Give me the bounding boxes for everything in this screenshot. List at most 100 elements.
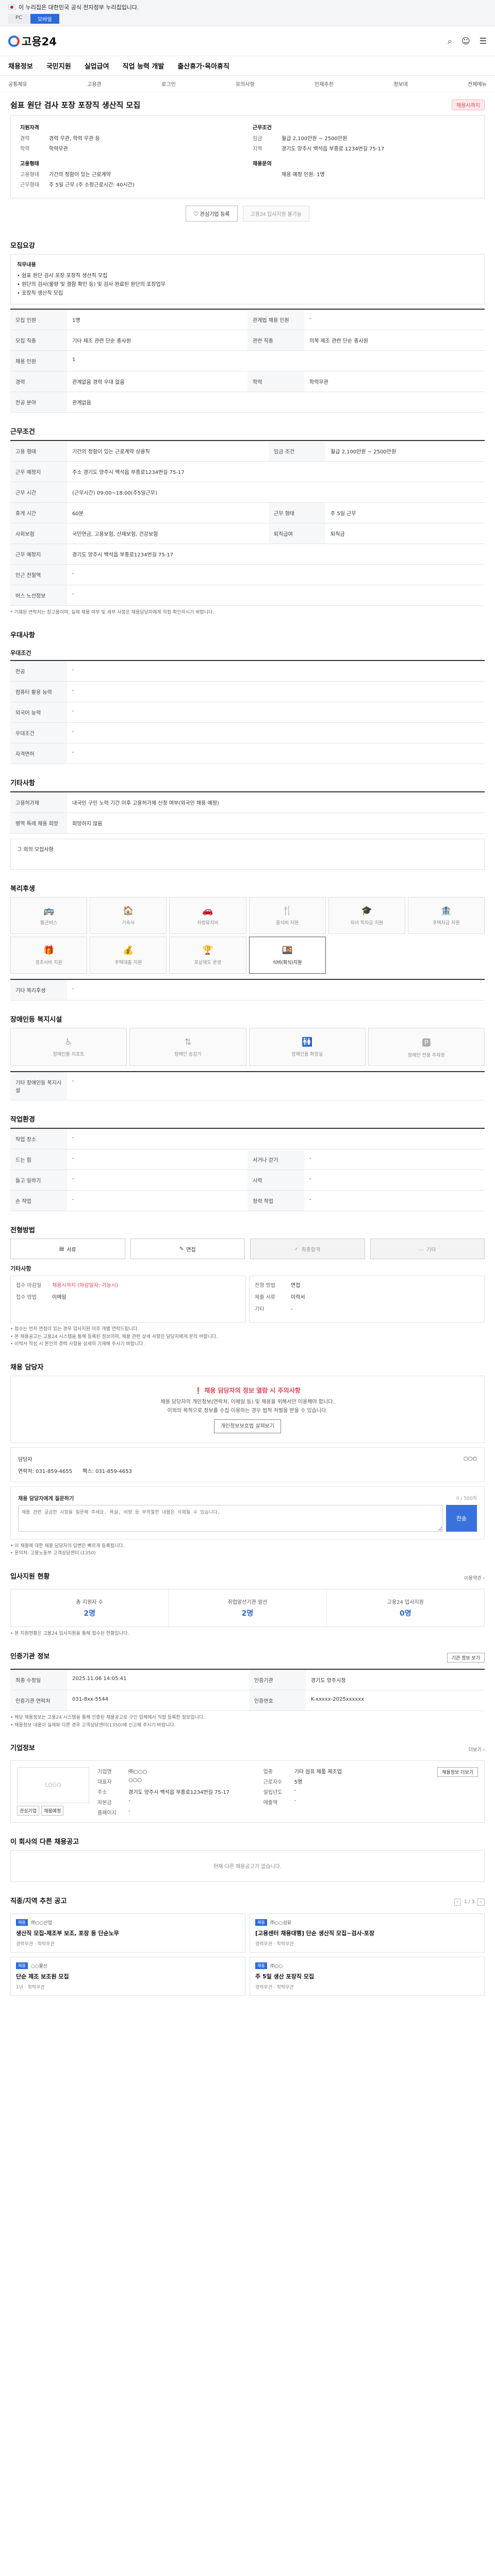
card-heading: 근무조건 bbox=[253, 125, 272, 131]
table-row: 손 작업 - 청력 작업 - bbox=[10, 1190, 485, 1212]
section-title: 작업환경 bbox=[10, 1116, 35, 1124]
card-title: 주 5일 생산 포장직 모집 bbox=[255, 1973, 315, 1980]
menu-icon[interactable]: ☰ bbox=[480, 36, 487, 46]
recommend-card[interactable]: 채용 ㈜○○ 주 5일 생산 포장직 모집 경력무관 · 학력무관 bbox=[250, 1956, 485, 1996]
row-label: 전공 bbox=[10, 660, 67, 682]
section-title: 모집요강 bbox=[10, 242, 35, 250]
company-value: - bbox=[128, 1808, 130, 1814]
logo[interactable]: 고용24 bbox=[8, 33, 57, 49]
company-more-link[interactable]: 더보기 › bbox=[469, 1746, 485, 1753]
company-key: 매출액 bbox=[263, 1800, 278, 1806]
manager-fax: 팩스: 031-859-4653 bbox=[82, 1468, 132, 1475]
privacy-law-button[interactable]: 개인정보보호법 살펴보기 bbox=[213, 1419, 282, 1433]
nav-item-2[interactable]: 실업급여 bbox=[85, 61, 109, 71]
card-meta: 경력무관 · 학력무관 bbox=[16, 1940, 240, 1947]
nav-item-1[interactable]: 국민지원 bbox=[46, 61, 71, 71]
welfare-item: 🍴 중식비 지원 bbox=[249, 897, 326, 935]
stat-item: 고용24 입사지원 0명 bbox=[327, 1589, 484, 1626]
subnav-item-4[interactable]: 인재추천 bbox=[315, 80, 334, 88]
preference-section: 우대사항 우대조건 전공 - 컴퓨터 활용 능력 - 외국어 능력 - 우대조건 - 자격면허 - bbox=[10, 630, 485, 765]
card-badge: 채용 bbox=[255, 1962, 267, 1969]
subnav-item-6[interactable]: 전체메뉴 bbox=[468, 80, 487, 88]
subnav-item-2[interactable]: 로그인 bbox=[161, 80, 176, 88]
condition-section: 근무조건 고용 형태 기간의 정함이 있는 근로계약 상용직 임금 조건 월급 2,1… bbox=[10, 426, 485, 616]
card-company-name: ㈜○○섬유 bbox=[270, 1920, 292, 1926]
gov-tab-1[interactable]: 모바일 bbox=[30, 14, 59, 24]
summary-row: 지역 경기도 양주시 백석읍 부흥로 1234번길 75-17 bbox=[253, 144, 475, 152]
stat-item: 총 지원자 수 2명 bbox=[11, 1589, 169, 1626]
main-nav: 채용정보 국민지원 실업급여 직업 능력 개발 출산휴가·육아휴직 bbox=[0, 56, 495, 76]
subnav-item-0[interactable]: 공통체유 bbox=[8, 80, 27, 88]
welfare-icon: 🍴 bbox=[282, 905, 293, 916]
row-label: 모집 인원 bbox=[10, 309, 67, 330]
row-value: 1명 bbox=[67, 309, 248, 330]
environment-section: 작업환경 작업 장소 - 드는 힘 - 서거나 걷기 - 들고 일하기 - 시력 - 손 작업 - 청력… bbox=[10, 1114, 485, 1212]
welfare-label: 기숙사 bbox=[122, 920, 135, 926]
interest-button[interactable]: ♡ 관심기업 등록 bbox=[185, 206, 238, 222]
company-button[interactable]: 채용예정 bbox=[41, 1805, 64, 1816]
section-title: 인증기관 정보 bbox=[10, 1653, 50, 1661]
gov-tab-0[interactable]: PC bbox=[8, 14, 30, 24]
row-label: 인증기관 bbox=[249, 1669, 306, 1691]
table-row: 모집 인원 1명 관계법 채용 인원 - bbox=[10, 309, 485, 330]
note-line: • 이 채용에 대한 채용 담당자의 답변은 빠르게 등록됩니다. bbox=[10, 1543, 125, 1549]
row-label: 사회보험 bbox=[10, 523, 67, 544]
welfare-item: 🚌 통근버스 bbox=[10, 897, 88, 935]
other-jobs-section: 이 회사의 다른 채용공고 현재 다른 채용공고가 없습니다. bbox=[10, 1836, 485, 1882]
company-value: 경기도 양주시 백석읍 부흥로1234번길 75-17 bbox=[128, 1789, 230, 1795]
prev-icon[interactable]: ‹ bbox=[454, 1899, 461, 1906]
welfare-item: 🍱 식비(회식)지원 bbox=[249, 937, 326, 974]
row-value: - bbox=[304, 1190, 485, 1212]
disability-label: 장애인 승강기 bbox=[174, 1052, 202, 1057]
company-key: 대표자 bbox=[97, 1779, 112, 1785]
recommend-card[interactable]: 채용 ㈜○○산업 생산직 모집-제조부 보조, 포장 등 단순노무 경력무관 · 학력… bbox=[10, 1913, 245, 1953]
summary-key: 고용형태 bbox=[20, 172, 39, 178]
company-button[interactable]: 관심기업 bbox=[17, 1805, 40, 1816]
disability-label: 장애인용 리프트 bbox=[53, 1052, 85, 1057]
subnav-item-5[interactable]: 정보데 bbox=[393, 80, 408, 88]
company-key: 자본금 bbox=[97, 1800, 112, 1806]
section-title: 이 회사의 다른 채용공고 bbox=[10, 1838, 79, 1846]
nav-item-4[interactable]: 출산휴가·육아휴직 bbox=[177, 61, 229, 71]
search-icon[interactable]: ⌕ bbox=[448, 36, 452, 46]
process-value: 면접 bbox=[291, 1283, 301, 1289]
stat-label: 취업알선기관 알선 bbox=[227, 1599, 268, 1605]
comment-submit-button[interactable]: 전송 bbox=[446, 1504, 477, 1532]
welfare-label: 중식비 지원 bbox=[275, 920, 299, 926]
cert-section: 인증기관 정보 기관 정보 보기 최종 수정일 2025.11.06 14:05:4… bbox=[10, 1651, 485, 1729]
note-line: • 이력서 작성 시 본인의 경력 사항을 상세히 기재해 주시기 바랍니다. bbox=[10, 1342, 145, 1347]
terms-link[interactable]: 이용약관 › bbox=[464, 1574, 485, 1581]
row-label: 전공 분야 bbox=[10, 392, 67, 413]
sub-heading: 기타사항 bbox=[10, 1265, 31, 1273]
subnav-item-1[interactable]: 고용관 bbox=[87, 80, 102, 88]
comment-input[interactable] bbox=[18, 1504, 443, 1532]
company-value: 5명 bbox=[294, 1779, 303, 1785]
next-icon[interactable]: › bbox=[477, 1899, 485, 1906]
apply-button[interactable]: 고용24 입사지원 불가능 bbox=[242, 206, 310, 222]
welfare-icon: 🏆 bbox=[202, 945, 213, 956]
gov-text: 이 누리집은 대한민국 공식 전자정부 누리집입니다. bbox=[19, 4, 139, 11]
company-jobs-button[interactable]: 채용정보 더보기 bbox=[437, 1767, 478, 1777]
company-value: 기타 섬유 제품 제조업 bbox=[294, 1769, 342, 1775]
table-row: 들고 일하기 - 시력 - bbox=[10, 1170, 485, 1191]
stat-label: 총 지원자 수 bbox=[76, 1599, 103, 1605]
user-icon[interactable]: ☺ bbox=[461, 36, 470, 46]
process-key: 접수 마감일 bbox=[16, 1283, 42, 1289]
card-company-name: ○○물산 bbox=[30, 1963, 48, 1969]
row-label: 경력 bbox=[10, 371, 67, 392]
subnav-item-3[interactable]: 유의사항 bbox=[236, 80, 255, 88]
stat-value: 2명 bbox=[84, 1609, 95, 1618]
recommend-card[interactable]: 채용 ㈜○○섬유 [고용센터 채용대행] 단순 생산직 모집~검사·포장 경력무관 ·… bbox=[250, 1913, 485, 1953]
nav-item-0[interactable]: 채용정보 bbox=[8, 61, 33, 71]
step-icon: ▤ bbox=[59, 1246, 64, 1252]
recommend-card[interactable]: 채용 ○○물산 단순 제조 보조원 모집 1년 · 학력무관 bbox=[10, 1956, 245, 1996]
process-step: … 기타 bbox=[370, 1239, 485, 1260]
row-label: 고용허가제 bbox=[10, 792, 67, 814]
row-value: 기타 제조 관련 단순 종사원 bbox=[67, 330, 248, 351]
card-heading: 고용형태 bbox=[20, 161, 39, 167]
cert-info-button[interactable]: 기관 정보 보기 bbox=[447, 1653, 485, 1663]
table-row: 전공 - bbox=[10, 660, 485, 682]
summary-key bbox=[253, 170, 282, 178]
welfare-label: 주택대출 지원 bbox=[114, 960, 142, 965]
nav-item-3[interactable]: 직업 능력 개발 bbox=[123, 61, 164, 71]
